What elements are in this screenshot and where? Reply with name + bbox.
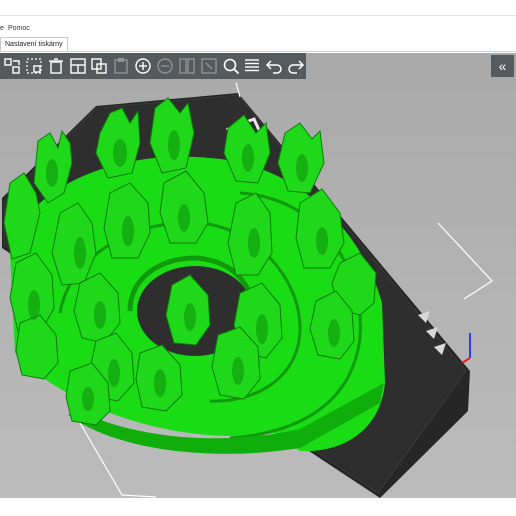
split-parts-icon[interactable] (199, 55, 219, 77)
arrange-selection-icon[interactable] (24, 55, 44, 77)
window-titlebar (0, 0, 516, 16)
redo-icon[interactable] (286, 55, 306, 77)
undo-icon[interactable] (264, 55, 284, 77)
3d-scene[interactable] (0, 53, 516, 516)
split-objects-icon[interactable] (177, 55, 197, 77)
collapse-sidebar-button[interactable]: « (491, 55, 514, 77)
copy-icon[interactable] (89, 55, 109, 77)
remove-instance-icon[interactable] (155, 55, 175, 77)
axes-gizmo (461, 333, 471, 364)
status-strip (0, 498, 516, 516)
menu-bar: e Pomoc (0, 22, 516, 36)
menu-item-help[interactable]: Pomoc (8, 25, 30, 32)
tab-printer-settings[interactable]: Nastavení tiskárny (0, 37, 68, 51)
layers-icon[interactable] (242, 55, 262, 77)
add-instance-icon[interactable] (133, 55, 153, 77)
paste-icon[interactable] (111, 55, 131, 77)
main-toolbar (0, 53, 306, 79)
delete-all-icon[interactable] (68, 55, 88, 77)
3d-viewport[interactable]: « (0, 53, 516, 516)
tab-bar: Nastavení tiskárny (0, 36, 516, 52)
delete-icon[interactable] (46, 55, 66, 77)
menu-item-partial[interactable]: e (0, 25, 4, 32)
search-icon[interactable] (221, 55, 241, 77)
collapse-sidebar-icon: « (498, 58, 507, 74)
arrange-icon[interactable] (2, 55, 22, 77)
